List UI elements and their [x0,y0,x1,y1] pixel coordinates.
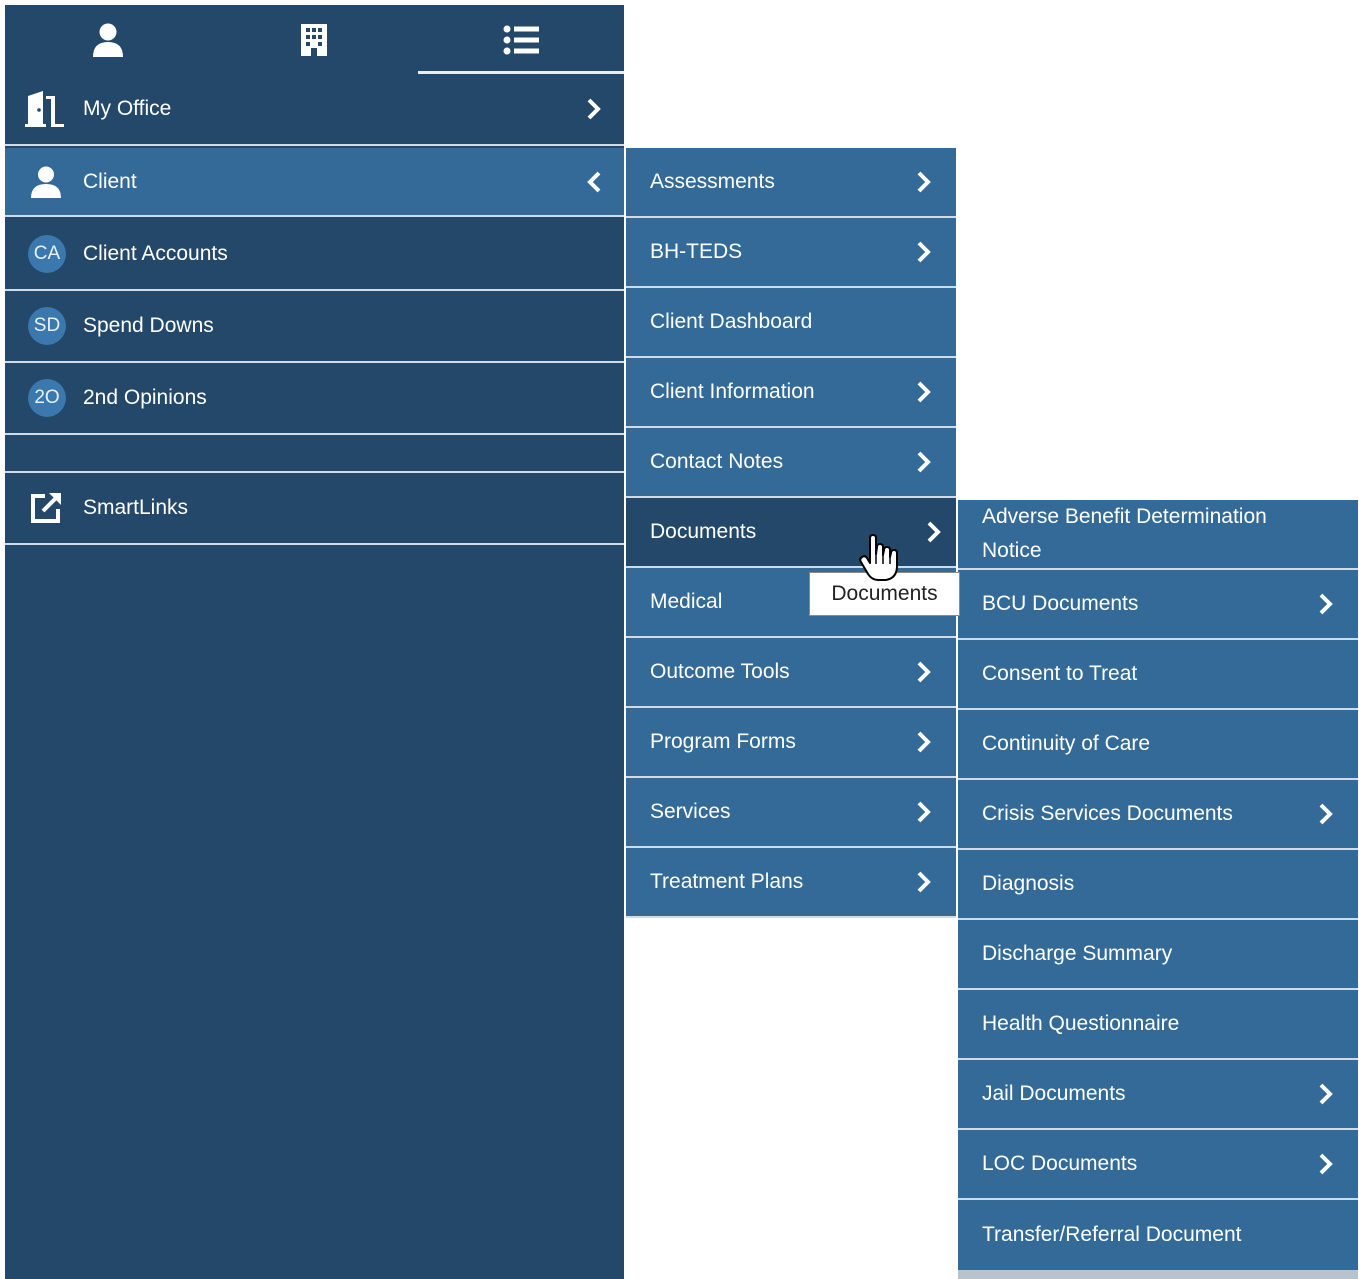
tab-organization[interactable] [211,5,417,74]
initials-badge: CA [28,235,66,273]
chevron-right-icon [917,661,931,683]
menu-item-documents[interactable]: Documents [626,498,956,568]
tab-client[interactable] [5,5,211,74]
menu-item-label: BCU Documents [982,592,1139,615]
menu-item-label: Diagnosis [982,872,1075,895]
initials-badge: SD [28,307,66,345]
menu-item-transfer-referral-document[interactable]: Transfer/Referral Document [958,1200,1358,1270]
menu-item-treatment-plans[interactable]: Treatment Plans [626,848,956,918]
chevron-right-icon [1319,803,1333,825]
external-link-icon [23,485,69,531]
sidebar-item-label: Client [83,169,137,193]
menu-item-outcome-tools[interactable]: Outcome Tools [626,638,956,708]
chevron-right-icon [917,451,931,473]
documents-submenu: Adverse Benefit Determination Notice BCU… [958,500,1358,1270]
menu-item-label: Medical [650,590,723,613]
chevron-right-icon [927,521,941,543]
menu-item-adverse-benefit-determination-notice[interactable]: Adverse Benefit Determination Notice [958,500,1358,570]
menu-item-consent-to-treat[interactable]: Consent to Treat [958,640,1358,710]
menu-item-label: Transfer/Referral Document [982,1223,1242,1246]
sidebar-item-smartlinks[interactable]: SmartLinks [5,473,624,545]
menu-item-label: Discharge Summary [982,942,1173,965]
menu-item-program-forms[interactable]: Program Forms [626,708,956,778]
building-icon [301,23,328,56]
chevron-right-icon [1319,1083,1333,1105]
chevron-right-icon [587,98,601,120]
submenu-scroll-edge [958,1270,1358,1279]
chevron-right-icon [1319,593,1333,615]
sidebar-item-label: Client Accounts [83,242,228,265]
menu-item-client-information[interactable]: Client Information [626,358,956,428]
sidebar-item-client[interactable]: Client [5,148,624,217]
menu-item-label: Services [650,800,731,823]
sidebar-divider [5,435,624,473]
office-door-icon [23,86,69,132]
menu-item-crisis-services-documents[interactable]: Crisis Services Documents [958,780,1358,850]
user-icon [23,159,69,205]
menu-item-assessments[interactable]: Assessments [626,148,956,218]
menu-item-label: Health Questionnaire [982,1012,1180,1035]
tab-menu[interactable] [417,5,625,74]
menu-item-label: Adverse Benefit Determination Notice [982,505,1267,562]
menu-item-label: Contact Notes [650,450,784,473]
chevron-right-icon [1319,1153,1333,1175]
chevron-right-icon [917,731,931,753]
menu-item-label: Crisis Services Documents [982,802,1233,825]
sidebar-item-label: Spend Downs [83,314,214,337]
menu-item-label: BH-TEDS [650,240,743,263]
menu-item-discharge-summary[interactable]: Discharge Summary [958,920,1358,990]
menu-item-contact-notes[interactable]: Contact Notes [626,428,956,498]
user-icon [93,23,124,57]
menu-item-label: Jail Documents [982,1082,1126,1105]
menu-item-label: Client Information [650,380,815,403]
initials-badge: 2O [28,379,66,417]
sidebar-item-label: 2nd Opinions [83,386,207,409]
menu-item-client-dashboard[interactable]: Client Dashboard [626,288,956,358]
chevron-right-icon [917,171,931,193]
menu-item-loc-documents[interactable]: LOC Documents [958,1130,1358,1200]
menu-item-label: Client Dashboard [650,310,813,333]
menu-item-continuity-of-care[interactable]: Continuity of Care [958,710,1358,780]
menu-item-label: Consent to Treat [982,662,1138,685]
sidebar-item-my-office[interactable]: My Office [5,74,624,146]
menu-item-bh-teds[interactable]: BH-TEDS [626,218,956,288]
hand-pointer-cursor-icon [859,534,898,581]
menu-item-services[interactable]: Services [626,778,956,848]
chevron-left-icon [587,171,601,192]
menu-item-label: Continuity of Care [982,732,1151,755]
sidebar-item-label: SmartLinks [83,496,189,519]
chevron-right-icon [917,381,931,403]
list-icon [503,25,539,54]
chevron-right-icon [917,241,931,263]
menu-item-health-questionnaire[interactable]: Health Questionnaire [958,990,1358,1060]
menu-item-label: Treatment Plans [650,870,804,893]
sidebar-item-label: My Office [83,97,172,120]
sidebar-item-2nd-opinions[interactable]: 2O 2nd Opinions [5,363,624,435]
sidebar-item-spend-downs[interactable]: SD Spend Downs [5,291,624,363]
menu-item-diagnosis[interactable]: Diagnosis [958,850,1358,920]
menu-item-bcu-documents[interactable]: BCU Documents [958,570,1358,640]
menu-item-label: Program Forms [650,730,796,753]
chevron-right-icon [917,801,931,823]
sidebar-top-tabs [5,5,625,74]
menu-item-label: Documents [650,520,757,543]
sidebar-item-client-accounts[interactable]: CA Client Accounts [5,219,624,291]
menu-item-label: Outcome Tools [650,660,790,683]
menu-item-label: Assessments [650,170,775,193]
navigation-sidebar: My Office Client CA Client Accounts SD S… [5,5,625,1279]
client-submenu: Assessments BH-TEDS Client Dashboard Cli… [626,148,956,918]
menu-item-jail-documents[interactable]: Jail Documents [958,1060,1358,1130]
menu-item-label: LOC Documents [982,1152,1138,1175]
chevron-right-icon [917,871,931,893]
